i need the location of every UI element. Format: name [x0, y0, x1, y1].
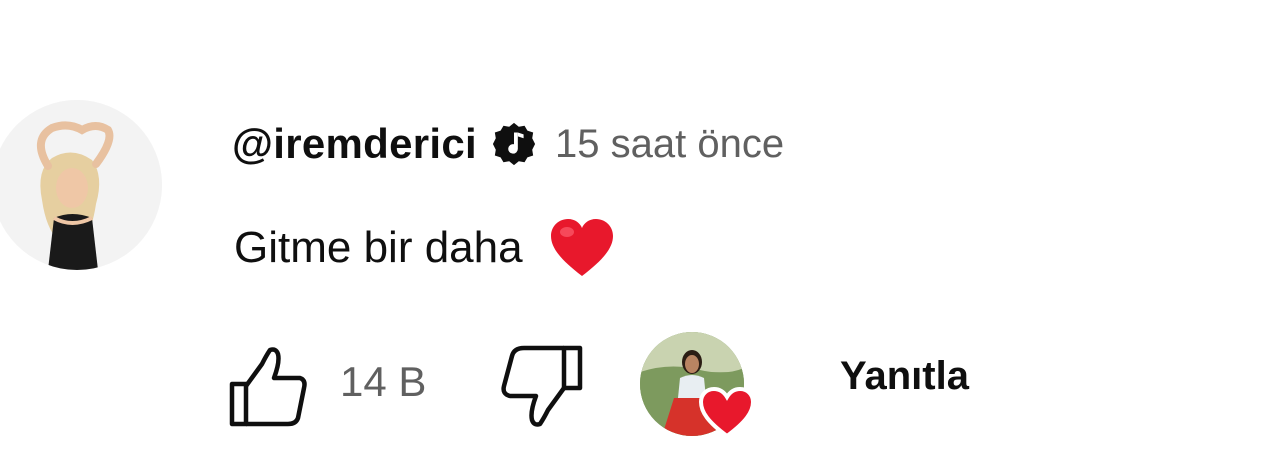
creator-heart-button[interactable] [640, 332, 756, 442]
author-handle[interactable]: @iremderici [232, 120, 477, 168]
verified-music-badge-icon [491, 121, 537, 167]
comment-timestamp[interactable]: 15 saat önce [555, 122, 784, 167]
like-button[interactable] [226, 344, 310, 428]
like-count: 14 B [340, 358, 427, 405]
red-heart-emoji [549, 218, 615, 278]
thumbs-down-icon [501, 345, 583, 427]
author-avatar[interactable] [0, 100, 162, 270]
dislike-button[interactable] [496, 344, 586, 428]
thumbs-up-icon [229, 347, 307, 427]
comment-thread-item: @iremderici 15 saat önce Gitme bir daha [0, 0, 1280, 474]
reply-button[interactable]: Yanıtla [840, 354, 969, 399]
creator-heart-icon [698, 386, 756, 440]
comment-body: Gitme bir daha [234, 218, 615, 278]
comment-header: @iremderici 15 saat önce [232, 112, 784, 176]
comment-text: Gitme bir daha [234, 223, 523, 272]
comment-action-bar: 14 B Yanıtla [226, 330, 1126, 439]
author-avatar-image [0, 100, 162, 270]
